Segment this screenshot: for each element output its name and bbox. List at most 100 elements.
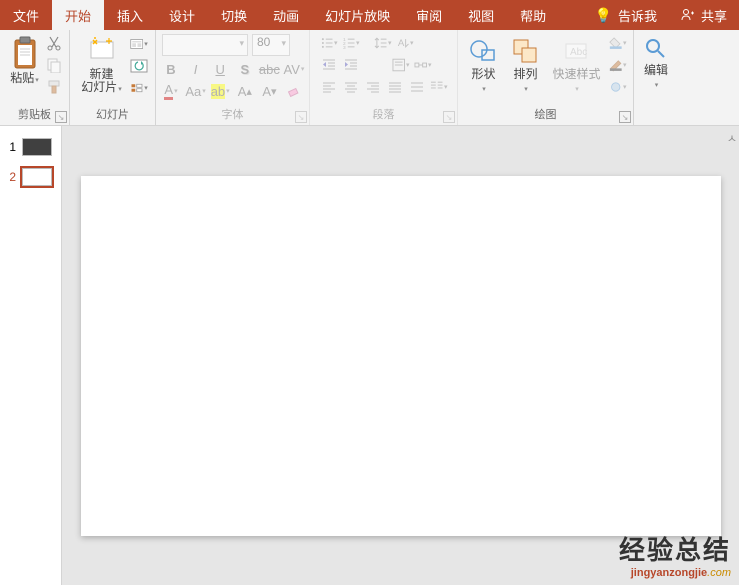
distribute-icon[interactable] (408, 78, 426, 96)
arrange-label: 排列 (513, 67, 537, 81)
tab-file[interactable]: 文件 (0, 0, 52, 30)
shape-outline-icon[interactable]: ▾ (609, 56, 627, 74)
shape-effects-icon[interactable]: ▾ (609, 78, 627, 96)
tab-transitions[interactable]: 切换 (208, 0, 260, 30)
shrink-font-icon[interactable]: A▾ (260, 82, 278, 100)
layout-icon[interactable]: ▾ (130, 35, 148, 53)
edit-button[interactable]: 编辑▾ (639, 34, 673, 94)
slide-thumbnails-panel: 1 2 (0, 126, 62, 585)
font-name-combo[interactable] (162, 34, 248, 56)
font-group-label: 字体 (222, 106, 244, 123)
line-spacing-icon[interactable]: ▾ (374, 34, 392, 52)
justify-icon[interactable] (386, 78, 404, 96)
edit-label: 编辑 (644, 63, 668, 77)
watermark: 经验总结 jingyanzongjie.com (619, 530, 731, 579)
share-button[interactable]: 共享 (669, 0, 739, 30)
thumb-preview (22, 168, 52, 186)
tab-bar: 文件 开始 插入 设计 切换 动画 幻灯片放映 审阅 视图 帮助 💡 告诉我 共… (0, 0, 739, 30)
columns-icon[interactable]: ▾ (430, 78, 448, 96)
shapes-icon (468, 36, 498, 66)
svg-text:1: 1 (342, 37, 345, 43)
thumb-number: 1 (6, 140, 16, 154)
lightbulb-icon: 💡 (595, 7, 612, 24)
increase-indent-icon[interactable] (342, 56, 360, 74)
slide-editor[interactable]: ㅅ (62, 126, 739, 585)
copy-icon[interactable] (45, 56, 63, 74)
arrange-icon (510, 36, 540, 66)
decrease-indent-icon[interactable] (320, 56, 338, 74)
slides-group-label: 幻灯片 (96, 106, 129, 123)
paste-button[interactable]: 粘贴▾ (6, 34, 43, 96)
cut-icon[interactable] (45, 34, 63, 52)
tab-slideshow[interactable]: 幻灯片放映 (312, 0, 403, 30)
tab-design[interactable]: 设计 (156, 0, 208, 30)
shape-fill-icon[interactable]: ▾ (609, 34, 627, 52)
slide-thumb-2[interactable]: 2 (0, 162, 61, 192)
collapse-ribbon-icon[interactable]: ㅅ (727, 130, 737, 146)
clipboard-icon (11, 36, 39, 70)
highlight-icon[interactable]: ab▾ (211, 82, 229, 100)
new-slide-label: 新建 幻灯片 (81, 67, 117, 94)
bold-icon[interactable]: B (162, 60, 180, 78)
tell-me-label: 告诉我 (618, 6, 657, 25)
align-center-icon[interactable] (342, 78, 360, 96)
svg-text:Abc: Abc (570, 47, 587, 58)
tab-home[interactable]: 开始 (52, 0, 104, 30)
change-case-icon[interactable]: Aa▾ (187, 82, 205, 100)
align-right-icon[interactable] (364, 78, 382, 96)
font-launcher[interactable]: ↘ (295, 111, 307, 123)
font-color-icon[interactable]: A▾ (162, 82, 180, 100)
thumb-number: 2 (6, 170, 16, 184)
underline-icon[interactable]: U (211, 60, 229, 78)
grow-font-icon[interactable]: A▴ (236, 82, 254, 100)
clipboard-launcher[interactable]: ↘ (55, 111, 67, 123)
align-left-icon[interactable] (320, 78, 338, 96)
person-icon (681, 8, 695, 22)
italic-icon[interactable]: I (187, 60, 205, 78)
drawing-group-label: 绘图 (535, 106, 557, 123)
watermark-url: jingyanzongjie.com (619, 567, 731, 579)
share-label: 共享 (701, 6, 727, 25)
shapes-button[interactable]: 形状▾ (464, 34, 502, 98)
watermark-title: 经验总结 (619, 530, 731, 567)
shadow-icon[interactable]: S (236, 60, 254, 78)
slide-thumb-1[interactable]: 1 (0, 132, 61, 162)
group-clipboard: 粘贴▾ 剪贴板 ↘ (0, 30, 70, 125)
quick-styles-icon: Abc (561, 36, 591, 66)
paragraph-launcher[interactable]: ↘ (443, 111, 455, 123)
tab-review[interactable]: 审阅 (403, 0, 455, 30)
group-paragraph: ▾ 123▾ ▾ A▾ ▾ ▾ ▾ 段落 ↘ (310, 30, 458, 125)
clipboard-group-label: 剪贴板 (18, 106, 51, 123)
section-icon[interactable]: ▾ (130, 79, 148, 97)
arrange-button[interactable]: 排列▾ (506, 34, 544, 98)
paragraph-group-label: 段落 (373, 106, 395, 123)
align-text-icon[interactable]: ▾ (392, 56, 410, 74)
font-size-combo[interactable]: 80 (252, 34, 290, 56)
quick-styles-button[interactable]: Abc 快速样式▾ (548, 34, 604, 98)
numbering-icon[interactable]: 123▾ (342, 34, 360, 52)
tab-insert[interactable]: 插入 (104, 0, 156, 30)
find-icon (643, 36, 669, 62)
tab-help[interactable]: 帮助 (507, 0, 559, 30)
reset-icon[interactable] (130, 57, 148, 75)
group-editing: 编辑▾ (634, 30, 678, 125)
format-painter-icon[interactable] (45, 78, 63, 96)
char-spacing-icon[interactable]: AV▾ (285, 60, 303, 78)
tab-animations[interactable]: 动画 (260, 0, 312, 30)
new-slide-button[interactable]: 新建 幻灯片▾ (77, 34, 126, 98)
quick-styles-label: 快速样式 (552, 67, 600, 81)
tell-me-button[interactable]: 💡 告诉我 (583, 0, 669, 30)
clear-format-icon[interactable] (285, 82, 303, 100)
new-slide-icon (87, 36, 117, 66)
smartart-icon[interactable]: ▾ (414, 56, 432, 74)
group-slides: 新建 幻灯片▾ ▾ ▾ 幻灯片 (70, 30, 156, 125)
drawing-launcher[interactable]: ↘ (619, 111, 631, 123)
text-direction-icon[interactable]: A▾ (396, 34, 414, 52)
tab-view[interactable]: 视图 (455, 0, 507, 30)
group-drawing: 形状▾ 排列▾ Abc 快速样式▾ ▾ ▾ ▾ 绘图 ↘ (458, 30, 634, 125)
bullets-icon[interactable]: ▾ (320, 34, 338, 52)
svg-text:A: A (397, 38, 404, 49)
strikethrough-icon[interactable]: abc (260, 60, 278, 78)
paste-label: 粘贴 (10, 71, 34, 85)
slide-canvas[interactable] (81, 176, 721, 536)
